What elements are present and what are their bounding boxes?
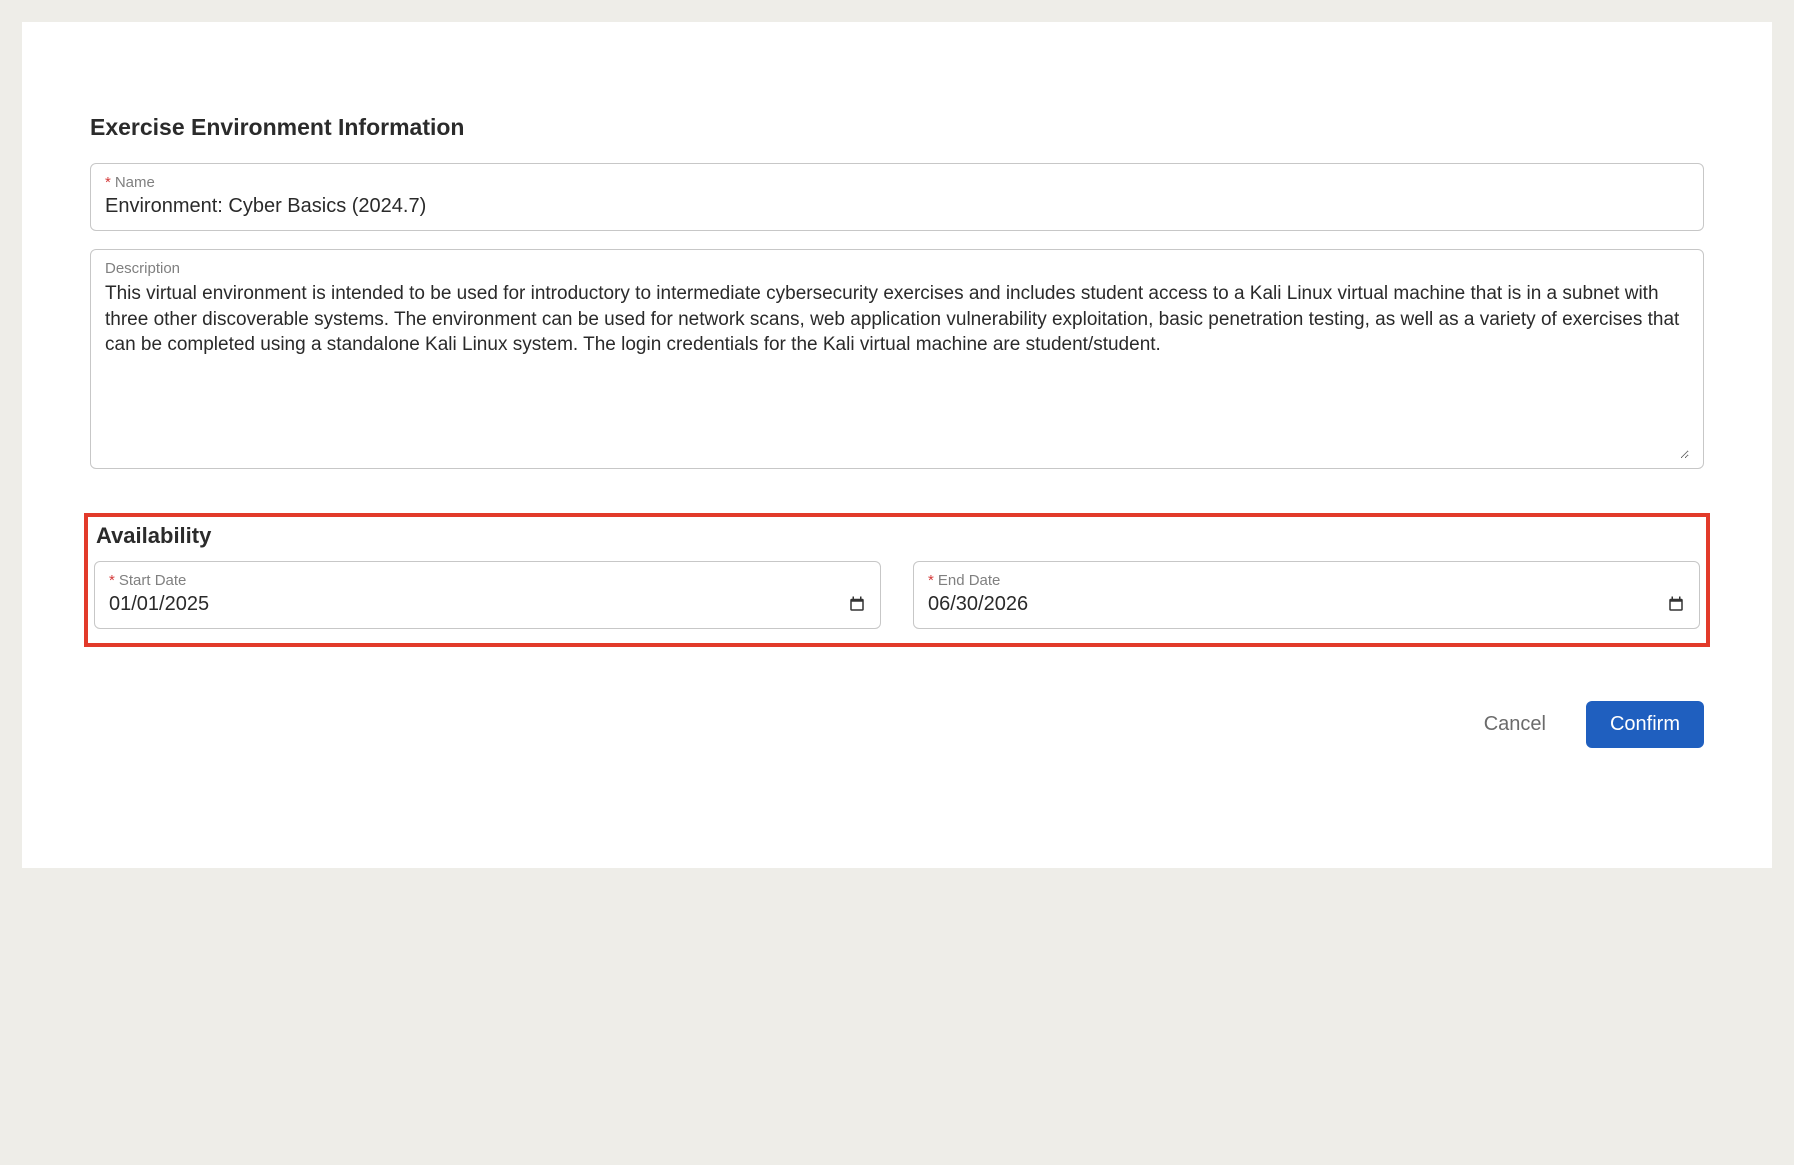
description-field-container[interactable]: Description xyxy=(90,249,1704,469)
end-date-field-container[interactable]: * End Date xyxy=(913,561,1700,629)
availability-highlight: Availability * Start Date xyxy=(84,513,1710,647)
name-input[interactable] xyxy=(105,193,1689,218)
end-date-label: * End Date xyxy=(928,572,1685,589)
end-date-label-text: End Date xyxy=(938,572,1001,589)
confirm-button[interactable]: Confirm xyxy=(1586,701,1704,748)
start-date-field-container[interactable]: * Start Date xyxy=(94,561,881,629)
form-actions: Cancel Confirm xyxy=(90,701,1704,748)
start-date-label-text: Start Date xyxy=(119,572,187,589)
required-asterisk: * xyxy=(928,572,934,589)
end-date-input[interactable] xyxy=(928,591,1661,616)
required-asterisk: * xyxy=(105,174,111,191)
env-info-heading: Exercise Environment Information xyxy=(90,114,1704,141)
start-date-label: * Start Date xyxy=(109,572,866,589)
required-asterisk: * xyxy=(109,572,115,589)
start-date-input[interactable] xyxy=(109,591,842,616)
name-field-label: * Name xyxy=(105,174,1689,191)
name-field-container[interactable]: * Name xyxy=(90,163,1704,231)
description-label-text: Description xyxy=(105,260,180,277)
availability-heading: Availability xyxy=(96,523,1700,549)
description-textarea[interactable] xyxy=(105,279,1689,459)
cancel-button[interactable]: Cancel xyxy=(1480,705,1550,744)
name-label-text: Name xyxy=(115,174,155,191)
calendar-icon[interactable] xyxy=(848,595,866,613)
form-card: Exercise Environment Information * Name … xyxy=(22,22,1772,868)
description-field-label: Description xyxy=(105,260,1689,277)
calendar-icon[interactable] xyxy=(1667,595,1685,613)
